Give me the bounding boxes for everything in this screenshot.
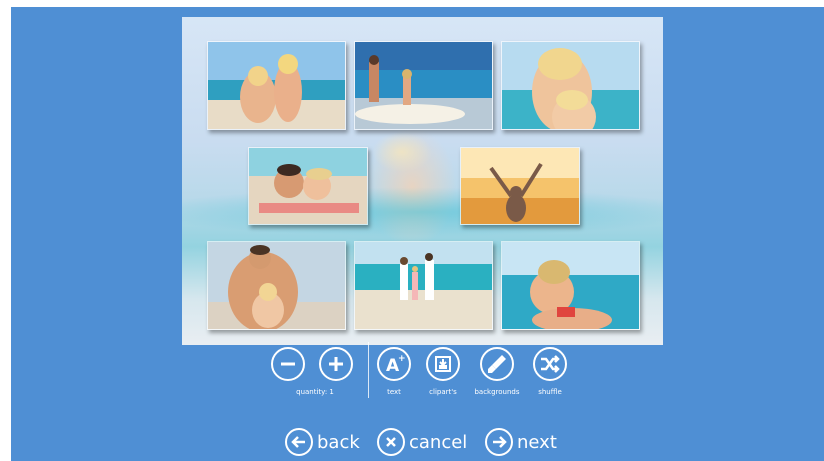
back-label: back (317, 431, 360, 453)
collage-canvas[interactable] (182, 17, 663, 345)
brush-icon (488, 355, 506, 373)
back-button[interactable]: back (285, 427, 360, 457)
cancel-button[interactable]: cancel (377, 427, 467, 457)
minus-icon (281, 362, 295, 366)
decrease-quantity-button[interactable] (271, 347, 305, 381)
arrow-right-icon (485, 428, 513, 456)
next-button[interactable]: next (485, 427, 557, 457)
close-icon (377, 428, 405, 456)
cliparts-button[interactable] (426, 347, 460, 381)
cancel-label: cancel (409, 431, 468, 453)
backgrounds-label: backgrounds (474, 388, 520, 396)
arrow-left-icon (285, 428, 313, 456)
shuffle-label: shuffle (538, 388, 562, 396)
photo-family-walking[interactable] (354, 241, 493, 330)
background-figure (367, 127, 457, 247)
shuffle-icon (541, 355, 560, 373)
photo-kids-beach[interactable] (207, 41, 346, 130)
clipart-icon (435, 356, 451, 372)
text-add-icon: A + (386, 354, 406, 376)
svg-text:+: + (398, 354, 406, 364)
toolbar-separator (368, 342, 369, 398)
backgrounds-button[interactable] (480, 347, 514, 381)
next-label: next (517, 431, 557, 453)
photo-mother-daughter[interactable] (501, 41, 640, 130)
app-window: quantity: 1 A + text clipart's backgroun… (11, 7, 824, 461)
photo-woman-lying[interactable] (501, 241, 640, 330)
background-hair (372, 132, 432, 172)
shuffle-button[interactable] (533, 347, 567, 381)
plus-icon (329, 357, 343, 371)
photo-couple-lying[interactable] (248, 147, 368, 225)
photo-sunset-arms[interactable] (460, 147, 580, 225)
photo-couple-surfboard[interactable] (354, 41, 493, 130)
add-text-button[interactable]: A + (377, 347, 411, 381)
increase-quantity-button[interactable] (319, 347, 353, 381)
text-label: text (387, 388, 401, 396)
cliparts-label: clipart's (429, 388, 457, 396)
quantity-label: quantity: 1 (296, 388, 334, 396)
photo-father-son[interactable] (207, 241, 346, 330)
